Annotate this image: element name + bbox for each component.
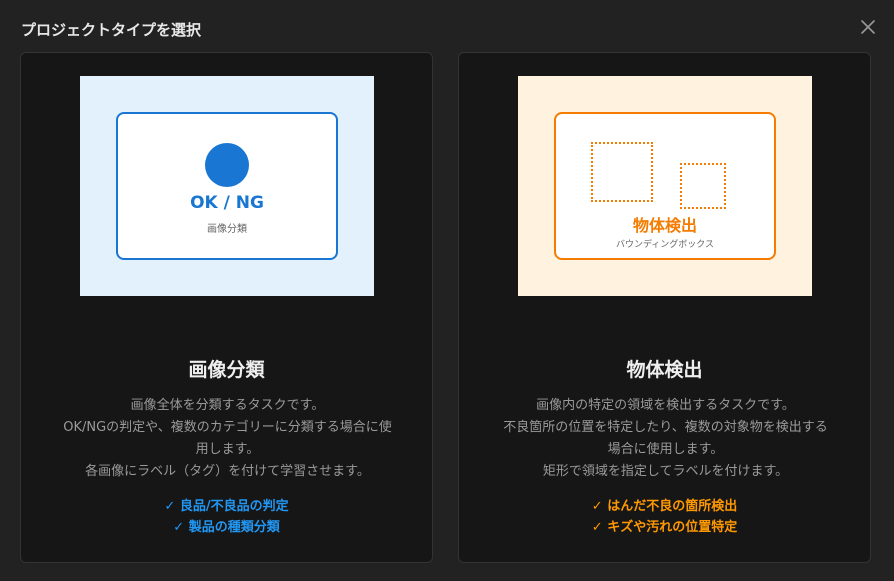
feature-item: ✓ キズや汚れの位置特定 xyxy=(591,520,738,535)
circle-icon xyxy=(205,143,249,187)
detection-preview-frame: 物体検出 バウンディングボックス xyxy=(554,112,776,260)
classification-description: 画像全体を分類するタスクです。 OK/NGの判定や、複数のカテゴリーに分類する場… xyxy=(41,395,414,483)
detection-features: ✓ はんだ不良の箇所検出 ✓ キズや汚れの位置特定 xyxy=(459,496,870,538)
classification-preview: OK / NG 画像分類 xyxy=(80,76,374,296)
detection-preview: 物体検出 バウンディングボックス xyxy=(518,76,812,296)
feature-item: ✓ はんだ不良の箇所検出 xyxy=(591,499,738,514)
close-button[interactable] xyxy=(858,17,878,37)
card-object-detection[interactable]: 物体検出 バウンディングボックス 物体検出 画像内の特定の領域を検出するタスクで… xyxy=(458,52,871,563)
project-type-dialog: プロジェクトタイプを選択 OK / NG 画像分類 画像分類 画像全体を分類する… xyxy=(0,0,894,581)
feature-item: ✓ 製品の種類分類 xyxy=(173,520,280,535)
description-line: 画像内の特定の領域を検出するタスクです。 xyxy=(536,398,795,413)
description-line: 画像全体を分類するタスクです。 xyxy=(130,398,325,413)
detection-description: 画像内の特定の領域を検出するタスクです。 不良箇所の位置を特定したり、複数の対象… xyxy=(479,395,852,483)
detection-title: 物体検出 xyxy=(626,359,703,381)
classification-preview-label: OK / NG xyxy=(190,193,264,213)
dialog-title: プロジェクトタイプを選択 xyxy=(21,21,202,39)
classification-title: 画像分類 xyxy=(188,359,265,381)
classification-preview-frame: OK / NG 画像分類 xyxy=(116,112,338,260)
description-line: 矩形で領域を指定してラベルを付けます。 xyxy=(542,464,789,479)
feature-item: ✓ 良品/不良品の判定 xyxy=(164,499,289,514)
close-icon xyxy=(861,20,875,34)
classification-preview-sublabel: 画像分類 xyxy=(207,224,247,235)
bounding-box-icon xyxy=(680,163,726,209)
card-image-classification[interactable]: OK / NG 画像分類 画像分類 画像全体を分類するタスクです。 OK/NGの… xyxy=(20,52,433,563)
detection-preview-label: 物体検出 xyxy=(632,216,697,235)
description-line: OK/NGの判定や、複数のカテゴリーに分類する場合に使 xyxy=(63,420,392,435)
classification-features: ✓ 良品/不良品の判定 ✓ 製品の種類分類 xyxy=(21,496,432,538)
description-line: 各画像にラベル（タグ）を付けて学習させます。 xyxy=(85,464,370,479)
bounding-box-icon xyxy=(591,142,653,202)
description-line: 場合に使用します。 xyxy=(607,442,724,457)
detection-preview-sublabel: バウンディングボックス xyxy=(615,240,715,250)
description-line: 不良箇所の位置を特定したり、複数の対象物を検出する xyxy=(503,420,828,435)
description-line: 用します。 xyxy=(195,442,260,457)
